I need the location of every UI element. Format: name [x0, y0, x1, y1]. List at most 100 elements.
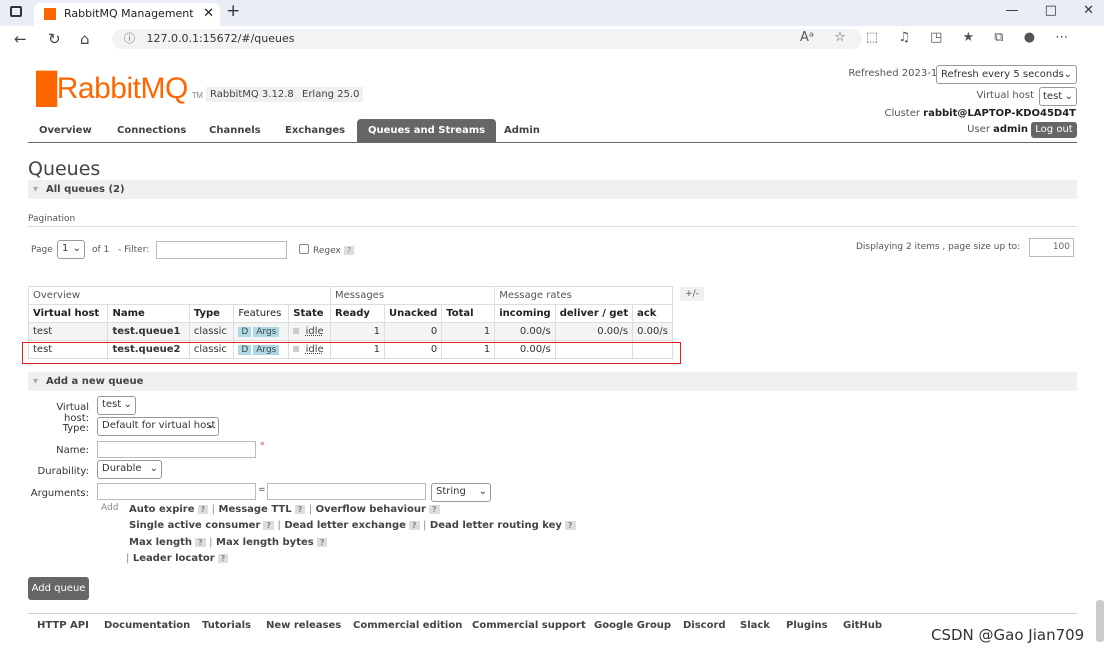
footer-tutorials[interactable]: Tutorials — [202, 620, 251, 631]
add-virtual-host-select[interactable]: test ⌄ — [97, 396, 136, 415]
rabbitmq-page: █RabbitMQ TM RabbitMQ 3.12.8 Erlang 25.0 … — [0, 52, 1104, 652]
window-controls[interactable]: — □ ✕ — [1006, 3, 1094, 18]
col-ack[interactable]: ack — [632, 304, 673, 323]
rabbitmq-favicon-icon — [44, 8, 56, 20]
arg-single-active-consumer[interactable]: Single active consumer — [129, 520, 260, 531]
col-virtual-host[interactable]: Virtual host — [27, 304, 109, 323]
footer-discord[interactable]: Discord — [683, 620, 726, 631]
col-deliver-get[interactable]: deliver / get — [554, 304, 634, 323]
help-icon[interactable]: ? — [195, 538, 206, 547]
args-tag[interactable]: Args — [253, 327, 280, 337]
queue-name-input[interactable] — [97, 441, 256, 458]
help-icon[interactable]: ? — [343, 246, 355, 255]
help-icon[interactable]: ? — [564, 521, 576, 530]
new-tab-icon[interactable]: + — [226, 1, 240, 21]
browser-tab[interactable]: RabbitMQ Management ✕ — [34, 3, 220, 26]
table-row[interactable]: test test.queue1 classic D Args idle 1 0 … — [27, 322, 673, 341]
footer-http-api[interactable]: HTTP API — [37, 620, 89, 631]
footer-documentation[interactable]: Documentation — [104, 620, 190, 631]
all-queues-section-header[interactable]: All queues (2) — [28, 180, 1077, 199]
cell-state: idle — [288, 322, 331, 341]
help-icon[interactable]: ? — [408, 521, 420, 530]
chevron-down-icon: ⌄ — [1063, 69, 1072, 80]
footer-plugins[interactable]: Plugins — [786, 620, 828, 631]
refresh-icon[interactable]: ↻ — [48, 30, 61, 48]
add-label: Add — [101, 503, 119, 513]
arg-message-ttl[interactable]: Message TTL — [219, 504, 292, 515]
tab-overview[interactable]: Overview — [39, 125, 92, 136]
regex-checkbox[interactable] — [299, 244, 309, 254]
chevron-down-icon: ⌄ — [123, 399, 132, 410]
arg-dead-letter-routing-key[interactable]: Dead letter routing key — [430, 520, 562, 531]
cluster-info: Cluster rabbit@LAPTOP-KDO45D4T — [884, 108, 1076, 119]
tab-queues-and-streams[interactable]: Queues and Streams — [357, 119, 497, 143]
tab-channels[interactable]: Channels — [209, 125, 261, 136]
col-ready[interactable]: Ready — [330, 304, 385, 323]
help-icon[interactable]: ? — [197, 505, 209, 514]
site-info-icon[interactable]: ⓘ — [124, 32, 135, 45]
column-toggle-button[interactable]: +/- — [680, 287, 704, 301]
pagination-label: Pagination — [28, 214, 76, 224]
arg-dead-letter-exchange[interactable]: Dead letter exchange — [284, 520, 406, 531]
footer-commercial-support[interactable]: Commercial support — [472, 620, 586, 631]
footer-github[interactable]: GitHub — [843, 620, 882, 631]
argument-key-input[interactable] — [97, 483, 256, 500]
argument-value-input[interactable] — [267, 483, 426, 500]
back-icon[interactable]: ← — [14, 30, 27, 48]
footer-commercial-edition[interactable]: Commercial edition — [353, 620, 462, 631]
tab-connections[interactable]: Connections — [117, 125, 186, 136]
arg-auto-expire[interactable]: Auto expire — [129, 504, 195, 515]
col-name[interactable]: Name — [107, 304, 190, 323]
help-icon[interactable]: ? — [316, 538, 328, 547]
tab-actions-icon[interactable] — [10, 6, 22, 17]
tab-exchanges[interactable]: Exchanges — [285, 125, 345, 136]
col-unacked[interactable]: Unacked — [383, 304, 443, 323]
highlight-box — [22, 342, 681, 364]
cell-ready: 1 — [330, 322, 385, 341]
arg-overflow-behaviour[interactable]: Overflow behaviour — [316, 504, 426, 515]
scrollbar-thumb[interactable] — [1096, 600, 1104, 642]
page-select[interactable]: 1 ⌄ — [57, 240, 85, 259]
home-icon[interactable]: ⌂ — [80, 30, 90, 48]
refresh-interval-select[interactable]: Refresh every 5 seconds ⌄ — [936, 65, 1077, 84]
rabbitmq-logo[interactable]: █RabbitMQ TM — [36, 72, 203, 106]
divider — [28, 226, 1077, 227]
cell-total: 1 — [441, 322, 496, 341]
arg-max-length[interactable]: Max length — [129, 537, 192, 548]
help-icon[interactable]: ? — [294, 505, 306, 514]
arg-leader-locator[interactable]: Leader locator — [133, 553, 215, 564]
close-tab-icon[interactable]: ✕ — [203, 3, 214, 24]
page-size-input[interactable]: 100 — [1029, 238, 1074, 257]
add-queue-button[interactable]: Add queue — [28, 577, 89, 600]
durability-select[interactable]: Durable ⌄ — [97, 460, 162, 479]
footer-slack[interactable]: Slack — [740, 620, 770, 631]
page-label: Page — [31, 245, 53, 255]
cell-queue-name[interactable]: test.queue1 — [107, 322, 190, 341]
col-type[interactable]: Type — [188, 304, 235, 323]
add-queue-section-header[interactable]: Add a new queue — [28, 372, 1077, 391]
arguments-field-label: Arguments: — [30, 488, 89, 499]
address-bar[interactable]: ⓘ 127.0.0.1:15672/#/queues — [112, 29, 862, 49]
tab-admin[interactable]: Admin — [504, 125, 540, 136]
footer-google-group[interactable]: Google Group — [594, 620, 671, 631]
footer-new-releases[interactable]: New releases — [266, 620, 341, 631]
virtual-host-select[interactable]: test ⌄ — [1039, 87, 1077, 106]
toolbar-icons[interactable]: Aᵃ ☆ ⬚ ♫ ◳ ★ ⧉ ● ⋯ — [800, 30, 1068, 45]
durability-field-label: Durability: — [37, 466, 89, 477]
group-message-rates: Message rates — [494, 286, 673, 305]
filter-label: - Filter: — [118, 245, 150, 255]
queue-type-select[interactable]: Default for virtual host ⌄ — [97, 417, 219, 436]
col-state[interactable]: State — [288, 304, 331, 323]
col-total[interactable]: Total — [441, 304, 496, 323]
required-mark: * — [260, 441, 265, 451]
help-icon[interactable]: ? — [263, 521, 275, 530]
help-icon[interactable]: ? — [428, 505, 440, 514]
help-icon[interactable]: ? — [217, 554, 229, 563]
table-group-header-row: Overview Messages Message rates — [28, 286, 673, 305]
arg-max-length-bytes[interactable]: Max length bytes — [216, 537, 314, 548]
col-incoming[interactable]: incoming — [494, 304, 556, 323]
logo-mq: MQ — [140, 72, 188, 105]
argument-type-select[interactable]: String ⌄ — [431, 483, 491, 502]
filter-input[interactable] — [156, 241, 287, 259]
col-features: Features — [233, 304, 290, 323]
